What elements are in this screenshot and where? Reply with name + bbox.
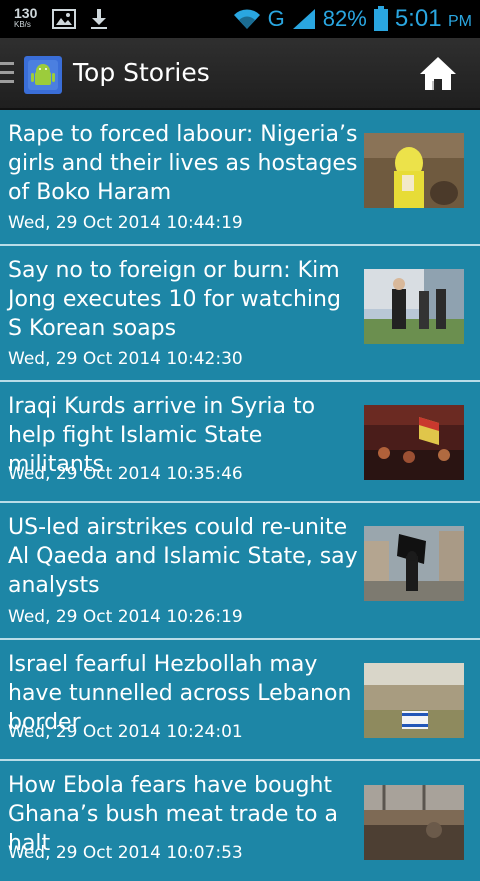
story-item[interactable]: Say no to foreign or burn: Kim Jong exec… [0, 246, 480, 382]
battery-percent: 82% [322, 6, 367, 31]
network-speed-unit: KB/s [14, 20, 31, 29]
story-thumbnail [364, 133, 464, 208]
story-date: Wed, 29 Oct 2014 10:35:46 [8, 464, 243, 484]
story-thumbnail [364, 663, 464, 738]
image-icon [52, 9, 76, 29]
story-headline: Say no to foreign or burn: Kim Jong exec… [8, 258, 341, 341]
story-thumbnail [364, 785, 464, 860]
battery-icon [373, 6, 388, 31]
home-button[interactable] [418, 54, 458, 94]
story-thumbnail [364, 269, 464, 344]
clock-time: 5:01 [394, 5, 442, 32]
story-date: Wed, 29 Oct 2014 10:07:53 [8, 843, 243, 863]
story-headline: US-led airstrikes could re-unite Al Qaed… [8, 515, 358, 598]
story-item[interactable]: US-led airstrikes could re-unite Al Qaed… [0, 503, 480, 640]
download-icon [91, 9, 107, 29]
story-thumbnail [364, 526, 464, 601]
clock-ampm: PM [448, 13, 472, 30]
page-title: Top Stories [73, 58, 210, 87]
wifi-icon [233, 9, 260, 29]
story-date: Wed, 29 Oct 2014 10:44:19 [8, 213, 243, 233]
status-right-group: G 82% 5:01 PM [232, 0, 472, 38]
story-item[interactable]: Iraqi Kurds arrive in Syria to help figh… [0, 382, 480, 503]
network-speed: 130 KB/s [14, 6, 37, 29]
drawer-menu-icon[interactable] [0, 62, 14, 86]
story-date: Wed, 29 Oct 2014 10:42:30 [8, 349, 243, 369]
home-icon [420, 57, 456, 90]
story-item[interactable]: Rape to forced labour: Nigeria’s girls a… [0, 110, 480, 246]
clock: 5:01 PM [395, 5, 472, 33]
story-item[interactable]: Israel fearful Hezbollah may have tunnel… [0, 640, 480, 761]
status-bar: 130 KB/s G 82% 5:01 PM [0, 0, 480, 38]
app-logo-icon[interactable] [24, 56, 62, 94]
signal-icon [292, 9, 315, 29]
story-date: Wed, 29 Oct 2014 10:24:01 [8, 722, 243, 742]
network-speed-value: 130 [14, 5, 38, 21]
network-type: G [267, 6, 285, 31]
story-headline: Rape to forced labour: Nigeria’s girls a… [8, 122, 358, 205]
story-date: Wed, 29 Oct 2014 10:26:19 [8, 607, 243, 627]
story-thumbnail [364, 405, 464, 480]
story-list: Rape to forced labour: Nigeria’s girls a… [0, 110, 480, 881]
story-item[interactable]: How Ebola fears have bought Ghana’s bush… [0, 761, 480, 881]
action-bar: Top Stories [0, 38, 480, 110]
